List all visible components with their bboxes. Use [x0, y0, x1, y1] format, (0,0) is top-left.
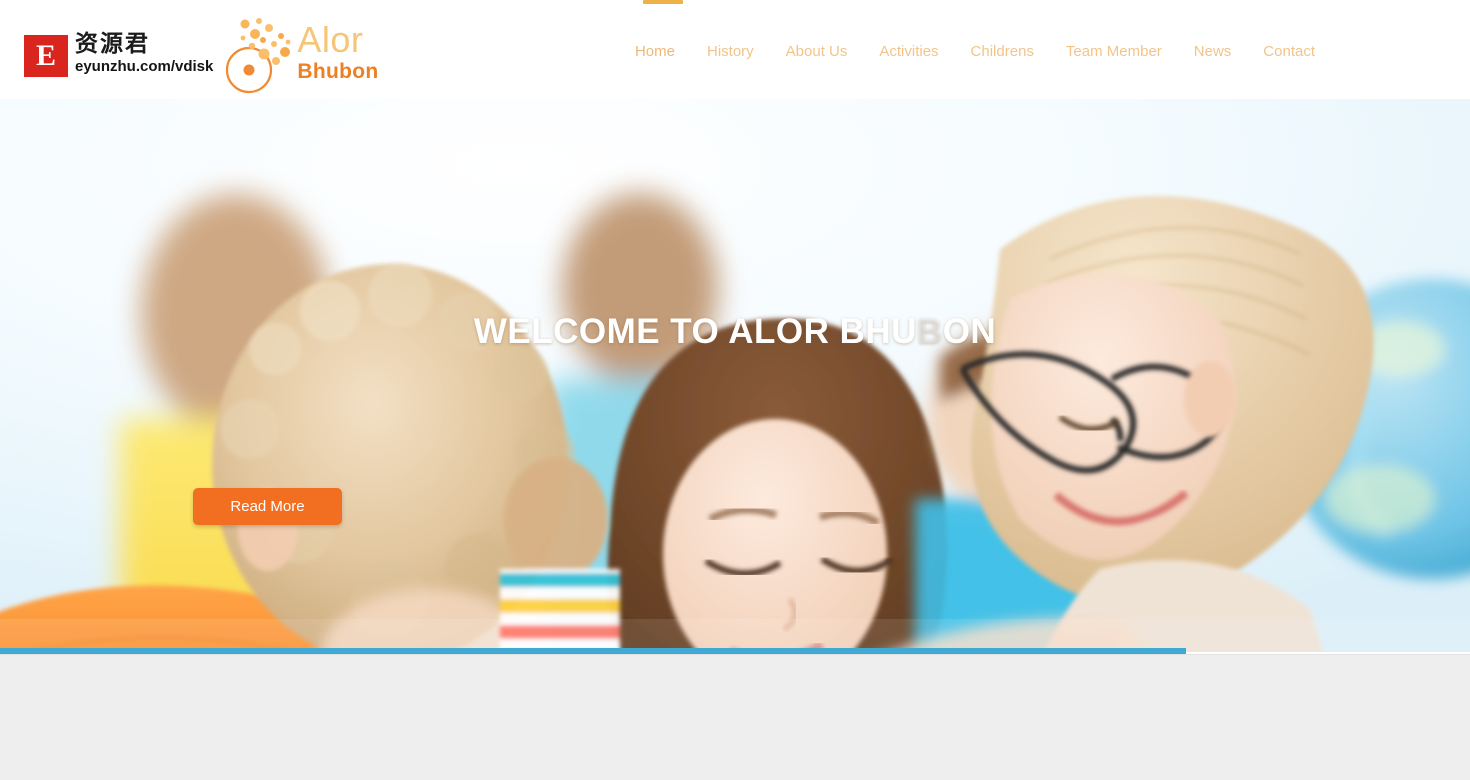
hero-title-part-b: ON	[942, 312, 997, 351]
nav-item-about-us[interactable]: About Us	[786, 41, 848, 63]
watermark-url: eyunzhu.com/vdisk	[75, 57, 214, 75]
brand-wordmark: Alor Bhubon	[297, 22, 378, 84]
page-root: E 资源君 eyunzhu.com/vdisk Alor Bhubon Home…	[0, 0, 1470, 780]
read-more-button[interactable]: Read More	[193, 488, 342, 525]
hero-title-part-dim: B	[916, 312, 943, 351]
watermark-letter: E	[35, 38, 56, 72]
nav-item-childrens[interactable]: Childrens	[971, 41, 1034, 63]
nav-item-news[interactable]: News	[1194, 41, 1232, 63]
brand-name-top: Alor	[297, 19, 364, 60]
watermark-brand-cn: 资源君	[75, 30, 150, 57]
watermark-eyunzhu: E 资源君 eyunzhu.com/vdisk	[24, 30, 214, 77]
nav-item-team-member[interactable]: Team Member	[1066, 41, 1162, 63]
brand-name-bottom: Bhubon	[297, 60, 379, 83]
dots-burst-circle-icon	[226, 18, 291, 94]
quote-band: "Let every children forced to be on stre…	[0, 654, 1470, 780]
nav-item-contact[interactable]: Contact	[1263, 41, 1315, 63]
nav-item-home[interactable]: Home	[635, 41, 675, 63]
hero-title-part-a: WELCOME TO ALOR BHU	[473, 312, 917, 351]
nav-item-activities[interactable]: Activities	[879, 41, 938, 63]
nav-item-history[interactable]: History	[707, 41, 754, 63]
hero-title: WELCOME TO ALOR BHUBON	[0, 312, 1470, 352]
hero-banner: WELCOME TO ALOR BHUBON Read More	[0, 99, 1470, 652]
watermark-text: 资源君 eyunzhu.com/vdisk	[75, 30, 214, 75]
logo-area[interactable]: E 资源君 eyunzhu.com/vdisk Alor Bhubon	[24, 14, 409, 94]
watermark-e-icon: E	[24, 34, 68, 77]
nav-active-indicator	[643, 0, 683, 4]
carousel-progress-bar[interactable]	[0, 648, 1186, 654]
brand-logo[interactable]: Alor Bhubon	[219, 14, 409, 94]
hero-classroom-photo	[0, 99, 1470, 652]
primary-navigation: Home History About Us Activities Childre…	[635, 41, 1315, 63]
site-header: E 资源君 eyunzhu.com/vdisk Alor Bhubon Home…	[0, 0, 1470, 99]
